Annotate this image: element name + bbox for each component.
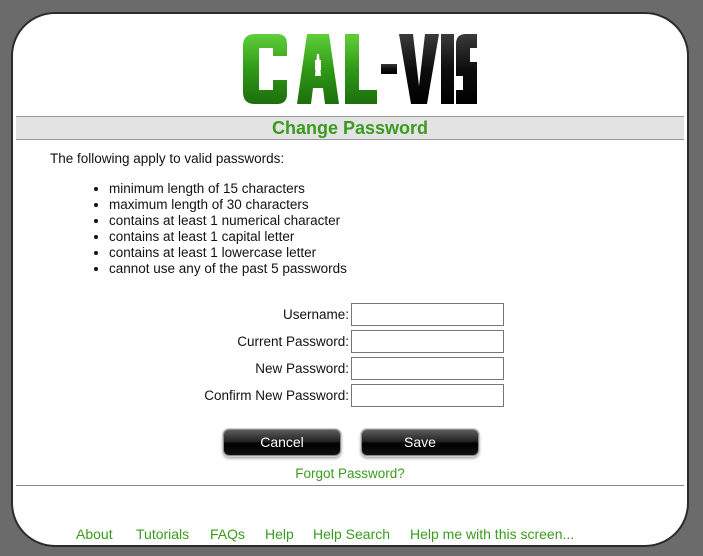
footer-link-help[interactable]: Help (265, 526, 294, 542)
page-title: Change Password (16, 116, 684, 140)
confirm-password-label: Confirm New Password: (204, 388, 349, 403)
rules-intro: The following apply to valid passwords: (50, 151, 285, 166)
confirm-password-row: Confirm New Password: (13, 384, 687, 408)
rule-capital: contains at least 1 capital letter (109, 229, 347, 245)
rule-max-length: maximum length of 30 characters (109, 197, 347, 213)
confirm-password-field[interactable] (351, 384, 504, 407)
username-field[interactable] (351, 303, 504, 326)
rule-min-length: minimum length of 15 characters (109, 181, 347, 197)
new-password-row: New Password: (13, 357, 687, 381)
footer-link-help-with-screen[interactable]: Help me with this screen... (410, 526, 574, 542)
current-password-field[interactable] (351, 330, 504, 353)
new-password-label: New Password: (255, 361, 349, 376)
footer-link-help-search[interactable]: Help Search (313, 526, 390, 542)
username-row: Username: (13, 303, 687, 327)
cancel-button[interactable]: Cancel (223, 429, 341, 456)
current-password-label: Current Password: (237, 334, 349, 349)
footer-link-about[interactable]: About (76, 526, 113, 542)
username-label: Username: (282, 307, 349, 322)
rule-history: cannot use any of the past 5 passwords (109, 261, 347, 277)
footer-link-tutorials[interactable]: Tutorials (136, 526, 189, 542)
password-rules-list: minimum length of 15 characters maximum … (89, 181, 347, 277)
main-card: Change Password The following apply to v… (11, 12, 689, 547)
forgot-password-link[interactable]: Forgot Password? (13, 466, 687, 481)
current-password-row: Current Password: (13, 330, 687, 354)
rule-numeric: contains at least 1 numerical character (109, 213, 347, 229)
new-password-field[interactable] (351, 357, 504, 380)
footer-divider (16, 485, 684, 486)
cal-vis-logo (243, 34, 477, 104)
rule-lowercase: contains at least 1 lowercase letter (109, 245, 347, 261)
save-button[interactable]: Save (361, 429, 479, 456)
footer-link-faqs[interactable]: FAQs (210, 526, 245, 542)
